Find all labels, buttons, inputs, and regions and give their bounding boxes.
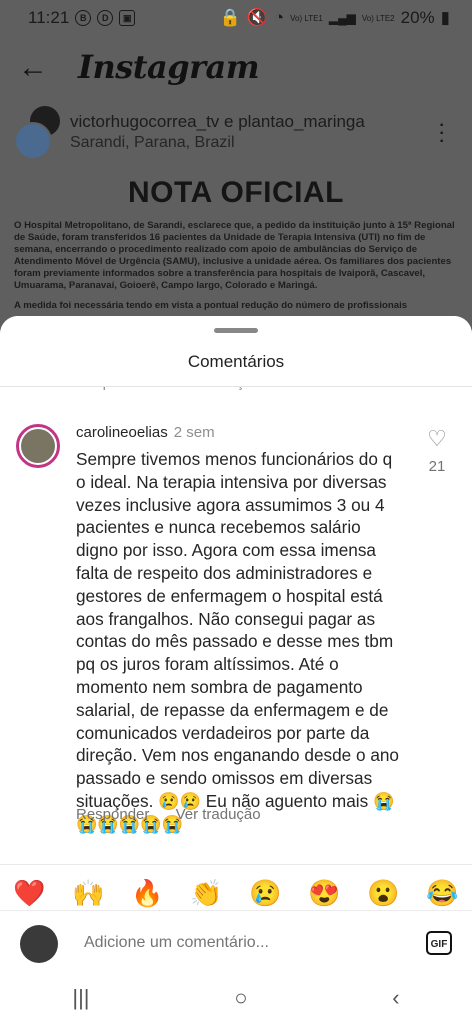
status-bar: 11:21 B D ▣ 🔒 🔇 ◔ Vo) LTE1 ▂▄▆ Vo) LTE2 … — [0, 0, 472, 36]
notice-paragraph: O Hospital Metropolitano, de Sarandi, es… — [14, 220, 455, 291]
sheet-title: Comentários — [187, 352, 285, 371]
divider — [0, 386, 472, 387]
d-icon: D — [97, 10, 114, 26]
raised-hands-emoji[interactable]: 🙌 — [72, 878, 104, 909]
heart-outline-icon[interactable]: ♡ — [424, 428, 450, 450]
system-nav-bar: ||| ○ ‹ — [0, 972, 472, 1024]
back-arrow-icon[interactable]: ← — [18, 53, 48, 84]
reaction-bar: ❤️ 🙌 🔥 👏 😢 😍 😮 😂 — [0, 864, 472, 913]
laughing-emoji[interactable]: 😂 — [426, 878, 458, 909]
reply-link[interactable]: Responder — [76, 806, 149, 823]
fire-emoji[interactable]: 🔥 — [131, 878, 163, 909]
comment-actions: Responder Ver tradução — [76, 806, 283, 823]
mute-icon: 🔇 — [246, 8, 268, 27]
comment-username[interactable]: carolineoelias — [76, 424, 168, 441]
translate-link[interactable]: Ver tradução — [176, 806, 261, 823]
notification-icon: ▣ — [119, 10, 136, 26]
network1: Vo) LTE1 — [290, 13, 323, 23]
comment-like[interactable]: ♡ 21 — [424, 428, 450, 476]
home-icon[interactable]: ○ — [234, 985, 247, 1011]
back-icon[interactable]: ‹ — [392, 985, 399, 1011]
surprised-emoji[interactable]: 😮 — [367, 878, 399, 909]
sheet-handle-bar[interactable] — [214, 328, 258, 333]
post-background: ← Instagram victorhugocorrea_tv e planta… — [0, 36, 472, 336]
notice-title: NOTA OFICIAL — [128, 176, 344, 209]
comments-sheet: Responder Ver tradução Comentários carol… — [0, 316, 472, 1024]
network2: Vo) LTE2 — [361, 13, 395, 23]
post-location[interactable]: Sarandi, Parana, Brazil — [70, 134, 235, 152]
post-authors[interactable]: victorhugocorrea_tv e plantao_maringa — [70, 112, 365, 132]
current-user-avatar — [20, 925, 58, 963]
clap-emoji[interactable]: 👏 — [190, 878, 222, 909]
comment-header: carolineoelias 2 sem — [76, 424, 215, 441]
heart-eyes-emoji[interactable]: 😍 — [308, 878, 340, 909]
comment-input[interactable] — [82, 933, 396, 953]
author-avatar[interactable] — [14, 122, 52, 160]
heart-emoji[interactable]: ❤️ — [13, 878, 45, 909]
b-icon: B — [75, 10, 92, 26]
comment-time: 2 sem — [173, 424, 215, 441]
comment-composer: GIF — [0, 910, 472, 973]
comment-text: Sempre tivemos menos funcionários do q o… — [76, 449, 399, 834]
crying-emoji[interactable]: 😢 — [249, 878, 281, 909]
signal-icon: ▂▄▆ — [328, 11, 356, 25]
notice-body: O Hospital Metropolitano, de Sarandi, es… — [14, 220, 458, 320]
commenter-avatar[interactable] — [16, 424, 60, 468]
notice-paragraph: A medida foi necessária tendo em vista a… — [14, 300, 408, 311]
battery-icon: ▮ — [440, 8, 450, 27]
recent-apps-icon[interactable]: ||| — [72, 985, 89, 1011]
gif-icon[interactable]: GIF — [426, 931, 452, 955]
wifi-icon: ◔ — [273, 8, 285, 27]
more-options-icon[interactable]: · · · — [438, 113, 445, 151]
lock-icon: 🔒 — [219, 8, 241, 27]
battery-text: 20% — [400, 8, 435, 27]
like-count: 21 — [428, 458, 446, 475]
instagram-logo: Instagram — [78, 48, 260, 86]
clock: 11:21 — [28, 8, 70, 27]
